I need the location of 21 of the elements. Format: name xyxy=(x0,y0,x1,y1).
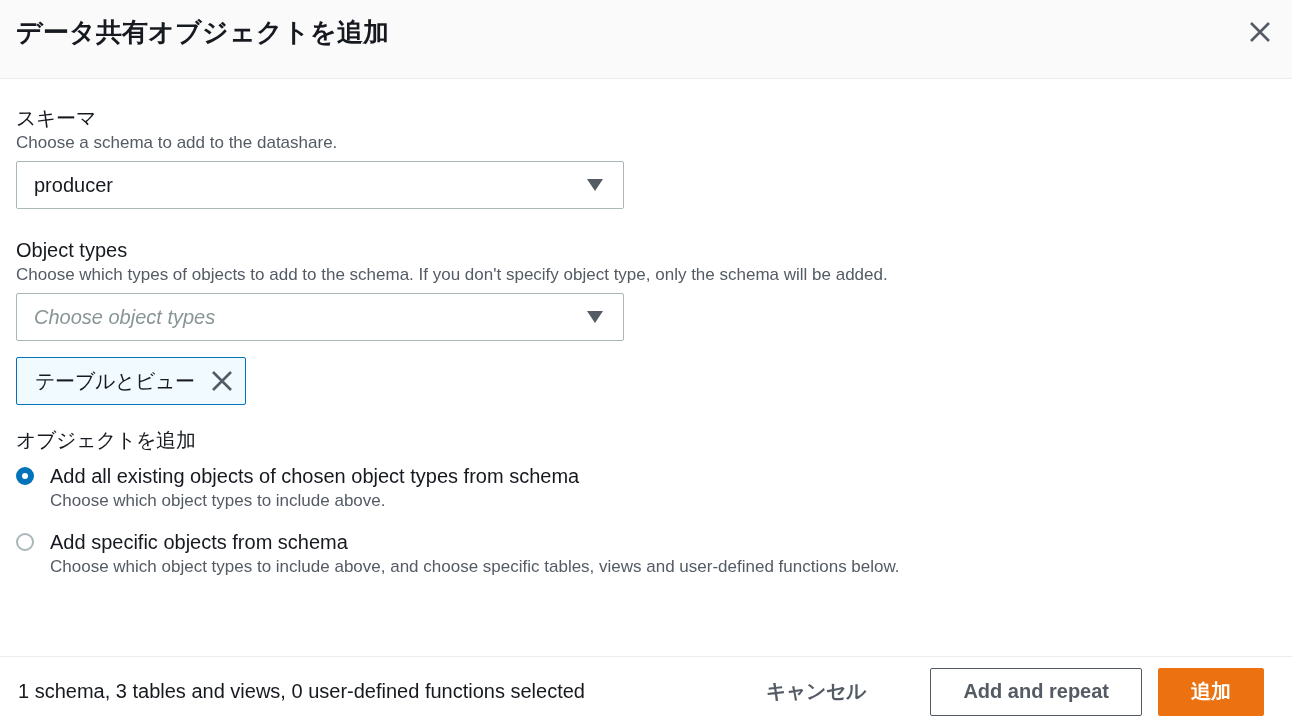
field-label: オブジェクトを追加 xyxy=(16,428,197,453)
dialog-title: データ共有オブジェクトを追加 xyxy=(16,15,389,49)
remove-icon[interactable] xyxy=(211,370,233,392)
schema-select[interactable]: producer xyxy=(16,161,624,209)
field-label: Object types xyxy=(16,238,129,263)
radio-button[interactable] xyxy=(16,467,34,485)
option-label: Add specific objects from schema xyxy=(50,530,349,555)
cancel-button[interactable]: キャンセル xyxy=(718,667,915,716)
caret-icon xyxy=(587,179,603,191)
field-label: スキーマ xyxy=(16,106,97,131)
option-description: Choose which object types to include above, and choose specific tables, views and user-defined functions below. xyxy=(50,556,900,578)
option-description: Choose which object types to include above. xyxy=(50,490,387,512)
radio-button[interactable] xyxy=(16,533,34,551)
caret-icon xyxy=(587,311,603,323)
option-label: Add all existing objects of chosen object types from schema xyxy=(50,464,580,489)
selection-summary: 1 schema, 3 tables and views, 0 user-defined functions selected xyxy=(18,680,585,703)
token-label: テーブルとビュー xyxy=(35,368,195,394)
field-description: Choose which types of objects to add to the schema. If you don't specify object type, only the schema will be added. xyxy=(16,264,889,286)
add-and-repeat-button[interactable]: Add and repeat xyxy=(930,667,1142,716)
close-icon[interactable] xyxy=(1248,20,1272,44)
field-description: Choose a schema to add to the datashare. xyxy=(16,132,339,154)
